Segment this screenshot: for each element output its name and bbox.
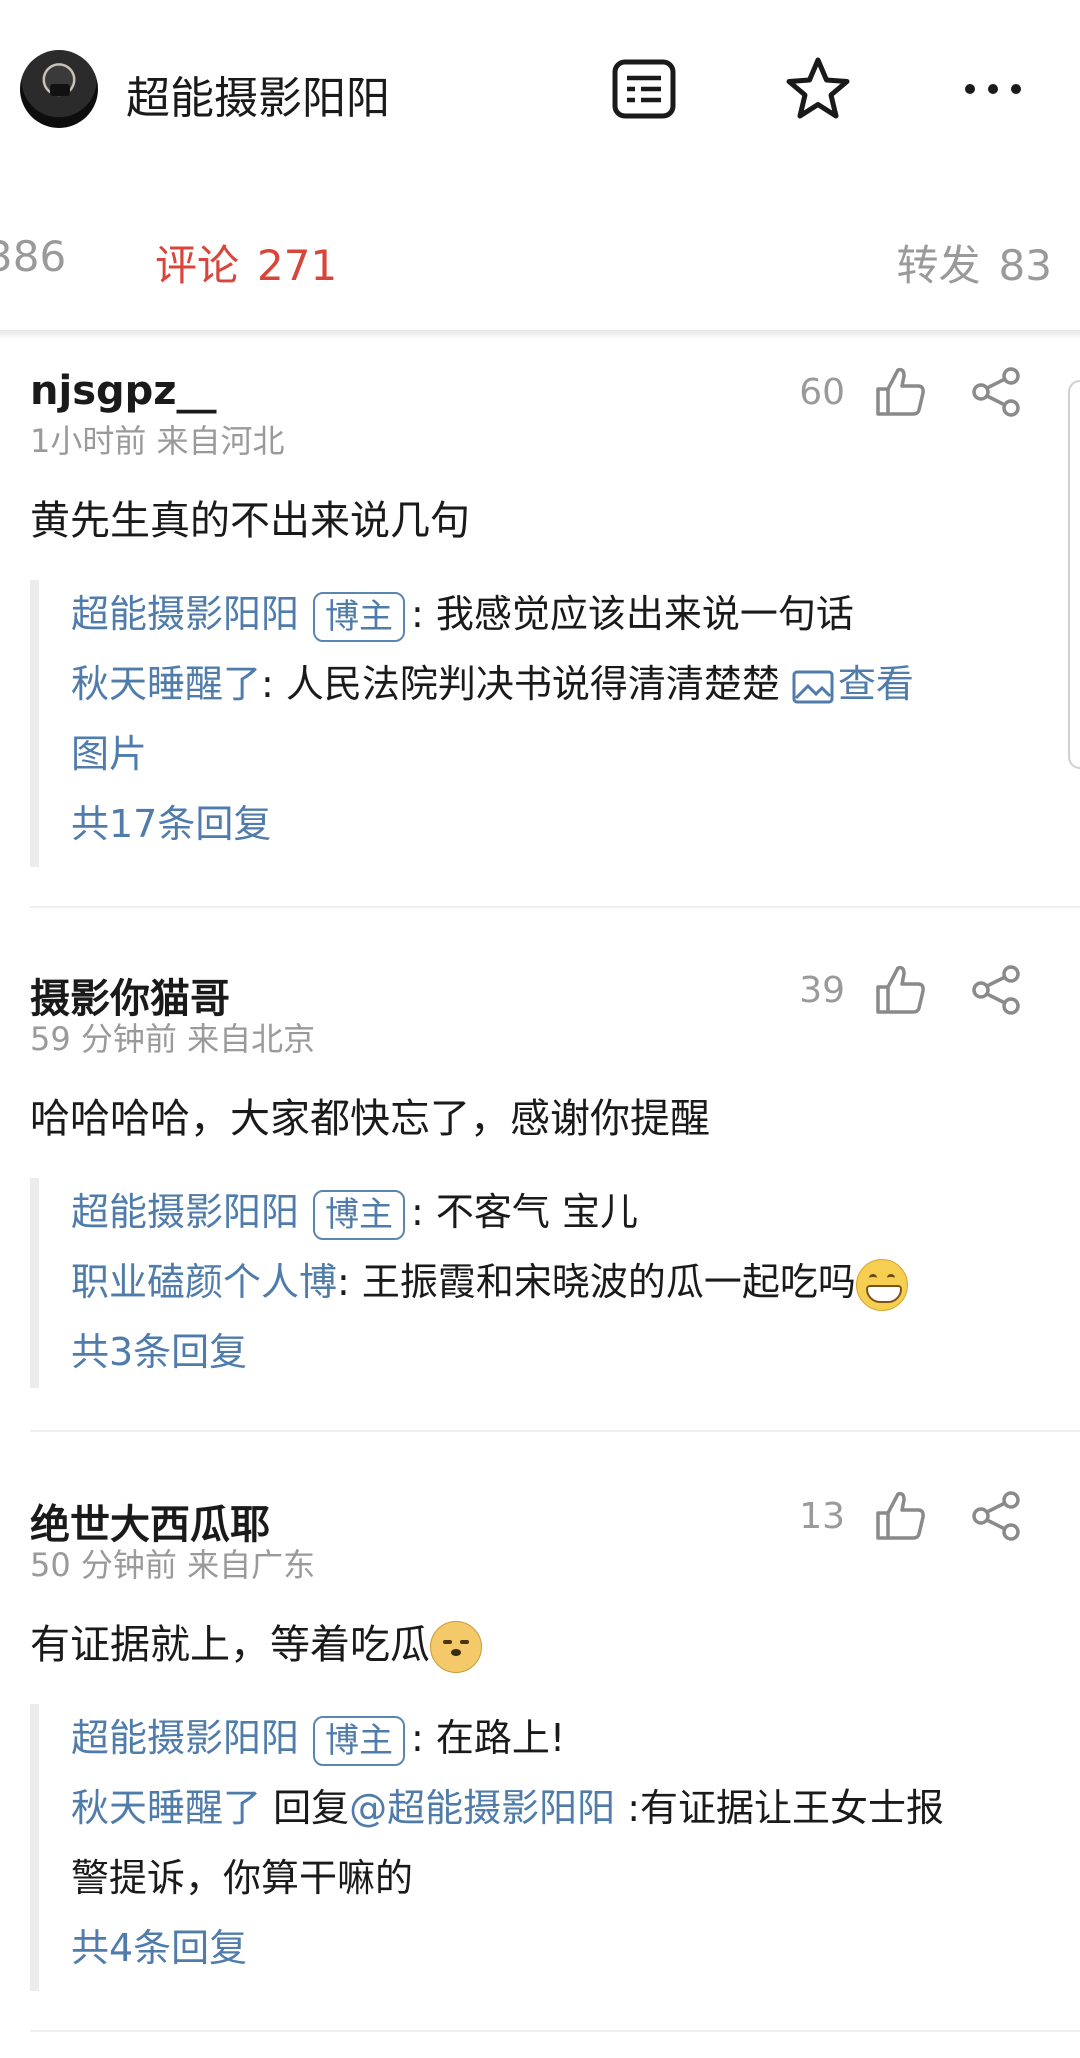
view-image-link-cont[interactable]: 图片: [71, 730, 147, 778]
reply-text: : 我感觉应该出来说一句话: [411, 592, 854, 636]
reply-user[interactable]: 职业磕颜个人博: [71, 1260, 337, 1304]
reply-box-bar: [30, 1704, 39, 1991]
reply-line: 职业磕颜个人博: 王振霞和宋晓波的瓜一起吃吗: [71, 1258, 908, 1311]
more-replies-link[interactable]: 共17条回复: [71, 800, 271, 848]
tab-comments[interactable]: 评论 271: [155, 232, 337, 293]
comment-meta: 1小时前 来自河北: [30, 422, 285, 460]
reply-line: 超能摄影阳阳 博主: 不客气 宝儿: [71, 1188, 638, 1240]
author-badge: 博主: [313, 591, 406, 642]
reply-box[interactable]: 超能摄影阳阳 博主: 我感觉应该出来说一句话 秋天睡醒了: 人民法院判决书说得清清…: [30, 580, 1080, 867]
comment-text: 黄先生真的不出来说几句: [30, 498, 470, 544]
like-count: 60: [799, 372, 845, 413]
reply-text: : 不客气 宝儿: [411, 1190, 638, 1234]
reply-text: : 在路上!: [411, 1716, 566, 1760]
more-replies-link[interactable]: 共3条回复: [71, 1328, 247, 1376]
reply-box-bar: [30, 580, 39, 867]
more-replies-link[interactable]: 共4条回复: [71, 1924, 247, 1972]
doge-emoji-icon: [430, 1621, 482, 1673]
author-badge: 博主: [313, 1189, 406, 1240]
reply-text-cont: 警提诉，你算干嘛的: [71, 1856, 414, 1900]
reply-user[interactable]: 超能摄影阳阳: [71, 592, 299, 636]
thumbs-up-icon[interactable]: [870, 1486, 930, 1546]
share-icon[interactable]: [968, 1488, 1024, 1544]
share-icon[interactable]: [968, 962, 1024, 1018]
comment-meta: 59 分钟前 来自北京: [30, 1020, 316, 1058]
comment-divider: [30, 1430, 1080, 1432]
reply-user[interactable]: 超能摄影阳阳: [71, 1716, 299, 1760]
reply-word: 回复: [261, 1786, 350, 1830]
comment-username[interactable]: njsgpz__: [30, 368, 217, 414]
reply-line: 秋天睡醒了: 人民法院判决书说得清清楚楚 查看: [71, 660, 914, 708]
reply-line: 秋天睡醒了 回复@超能摄影阳阳 :有证据让王女士报: [71, 1784, 944, 1832]
mention-link[interactable]: @超能摄影阳阳: [349, 1786, 615, 1830]
thumbs-up-icon[interactable]: [870, 362, 930, 422]
page-title[interactable]: 超能摄影阳阳: [126, 62, 390, 126]
avatar[interactable]: [20, 50, 98, 128]
comment-meta: 50 分钟前 来自广东: [30, 1546, 316, 1584]
article-list-icon[interactable]: [609, 54, 679, 124]
tab-bar: 386 评论271 转发83: [0, 200, 1080, 320]
tab-likes[interactable]: 386: [0, 232, 66, 281]
view-image-link[interactable]: 查看: [838, 662, 914, 706]
more-icon[interactable]: [958, 54, 1028, 124]
reply-box[interactable]: 超能摄影阳阳 博主: 不客气 宝儿 职业磕颜个人博: 王振霞和宋晓波的瓜一起吃吗 …: [30, 1178, 1080, 1388]
reply-line: 超能摄影阳阳 博主: 我感觉应该出来说一句话: [71, 590, 854, 642]
reply-text: : 王振霞和宋晓波的瓜一起吃吗: [337, 1260, 856, 1304]
top-bar: 超能摄影阳阳: [0, 0, 1080, 180]
like-count: 39: [799, 970, 845, 1011]
thumbs-up-icon[interactable]: [870, 960, 930, 1020]
reply-line: 超能摄影阳阳 博主: 在路上!: [71, 1714, 565, 1766]
reply-user[interactable]: 秋天睡醒了: [71, 662, 261, 706]
author-badge: 博主: [313, 1715, 406, 1766]
grin-emoji-icon: [855, 1258, 908, 1311]
tab-reposts[interactable]: 转发 83: [897, 232, 1052, 293]
tab-divider-shadow: [0, 330, 1080, 340]
reply-box-bar: [30, 1178, 39, 1388]
reply-box[interactable]: 超能摄影阳阳 博主: 在路上! 秋天睡醒了 回复@超能摄影阳阳 :有证据让王女士报…: [30, 1704, 1080, 1991]
comment-divider: [30, 2030, 1080, 2032]
star-icon[interactable]: [783, 54, 853, 124]
reply-user[interactable]: 秋天睡醒了: [71, 1786, 261, 1830]
comment-text: 哈哈哈哈，大家都快忘了，感谢你提醒: [30, 1096, 710, 1142]
like-count: 13: [799, 1496, 845, 1537]
comment-divider: [30, 906, 1080, 908]
share-icon[interactable]: [968, 364, 1024, 420]
reply-text: :有证据让王女士报: [615, 1786, 945, 1830]
comment-text: 有证据就上，等着吃瓜: [30, 1612, 482, 1673]
reply-user[interactable]: 超能摄影阳阳: [71, 1190, 299, 1234]
reply-text: : 人民法院判决书说得清清楚楚: [261, 662, 780, 706]
image-icon[interactable]: [792, 670, 834, 704]
